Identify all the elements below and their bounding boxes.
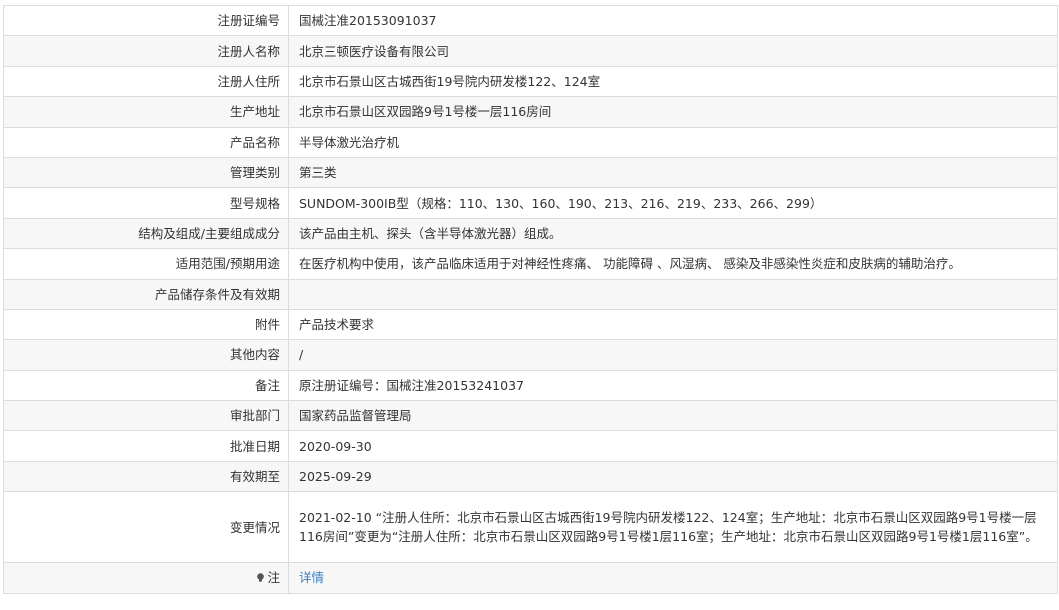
row-label-management-category: 管理类别 [3,156,289,189]
row-label-intended-use: 适用范围/预期用途 [3,248,289,280]
row-value-registrant-name: 北京三顿医疗设备有限公司 [288,35,1058,67]
row-value-intended-use: 在医疗机构中使用，该产品临床适用于对神经性疼痛、 功能障碍 、风湿病、 感染及非… [288,248,1058,280]
row-value-management-category: 第三类 [288,156,1058,189]
row-value-other-content: / [288,339,1058,371]
row-label-remarks: 备注 [3,369,289,402]
table-row: 注册人住所 北京市石景山区古城西街19号院内研发楼122、124室 [3,65,1058,98]
row-label-product-name: 产品名称 [3,126,289,158]
row-value-approval-date: 2020-09-30 [288,430,1058,462]
row-value-model-spec: SUNDOM-300IB型（规格：110、130、160、190、213、216… [288,187,1058,219]
row-value-remarks: 原注册证编号：国械注准20153241037 [288,369,1058,402]
row-value-valid-until: 2025-09-29 [288,460,1058,493]
row-label-structure-composition: 结构及组成/主要组成成分 [3,217,289,250]
table-row: 变更情况 2021-02-10 “注册人住所：北京市石景山区古城西街19号院内研… [3,491,1058,564]
table-row: 产品名称 半导体激光治疗机 [3,126,1058,158]
table-row: 产品储存条件及有效期 [3,278,1058,310]
table-row: 附件 产品技术要求 [3,308,1058,341]
table-row: 其他内容 / [3,339,1058,371]
registration-detail-table: 注册证编号 国械注准20153091037 注册人名称 北京三顿医疗设备有限公司… [3,4,1058,594]
row-value-attachment: 产品技术要求 [288,308,1058,341]
row-label-production-address: 生产地址 [3,96,289,128]
row-label-note: 注 [3,562,289,594]
row-label-valid-until: 有效期至 [3,460,289,493]
table-row: 管理类别 第三类 [3,156,1058,189]
row-label-attachment: 附件 [3,308,289,341]
row-value-production-address: 北京市石景山区双园路9号1号楼一层116房间 [288,96,1058,128]
details-link[interactable]: 详情 [299,570,324,585]
table-row: 注 详情 [3,562,1058,594]
row-value-registration-number: 国械注准20153091037 [288,4,1058,37]
row-label-registrant-address: 注册人住所 [3,65,289,98]
row-label-storage-conditions: 产品储存条件及有效期 [3,278,289,310]
note-label: 注 [267,570,280,586]
table-row: 备注 原注册证编号：国械注准20153241037 [3,369,1058,402]
table-row: 型号规格 SUNDOM-300IB型（规格：110、130、160、190、21… [3,187,1058,219]
row-value-product-name: 半导体激光治疗机 [288,126,1058,158]
row-value-structure-composition: 该产品由主机、探头（含半导体激光器）组成。 [288,217,1058,250]
table-row: 注册人名称 北京三顿医疗设备有限公司 [3,35,1058,67]
row-label-other-content: 其他内容 [3,339,289,371]
row-label-model-spec: 型号规格 [3,187,289,219]
row-label-registrant-name: 注册人名称 [3,35,289,67]
row-label-registration-number: 注册证编号 [3,4,289,37]
row-value-approval-department: 国家药品监督管理局 [288,400,1058,432]
row-value-change-history: 2021-02-10 “注册人住所：北京市石景山区古城西街19号院内研发楼122… [288,491,1058,564]
row-value-registrant-address: 北京市石景山区古城西街19号院内研发楼122、124室 [288,65,1058,98]
table-row: 有效期至 2025-09-29 [3,460,1058,493]
table-row: 结构及组成/主要组成成分 该产品由主机、探头（含半导体激光器）组成。 [3,217,1058,250]
bulb-icon [257,573,265,583]
table-row: 注册证编号 国械注准20153091037 [3,4,1058,37]
table-row: 审批部门 国家药品监督管理局 [3,400,1058,432]
row-label-approval-date: 批准日期 [3,430,289,462]
row-value-storage-conditions [288,278,1058,310]
table-row: 适用范围/预期用途 在医疗机构中使用，该产品临床适用于对神经性疼痛、 功能障碍 … [3,248,1058,280]
row-label-approval-department: 审批部门 [3,400,289,432]
row-label-change-history: 变更情况 [3,491,289,564]
table-row: 批准日期 2020-09-30 [3,430,1058,462]
row-value-note: 详情 [288,562,1058,594]
table-row: 生产地址 北京市石景山区双园路9号1号楼一层116房间 [3,96,1058,128]
